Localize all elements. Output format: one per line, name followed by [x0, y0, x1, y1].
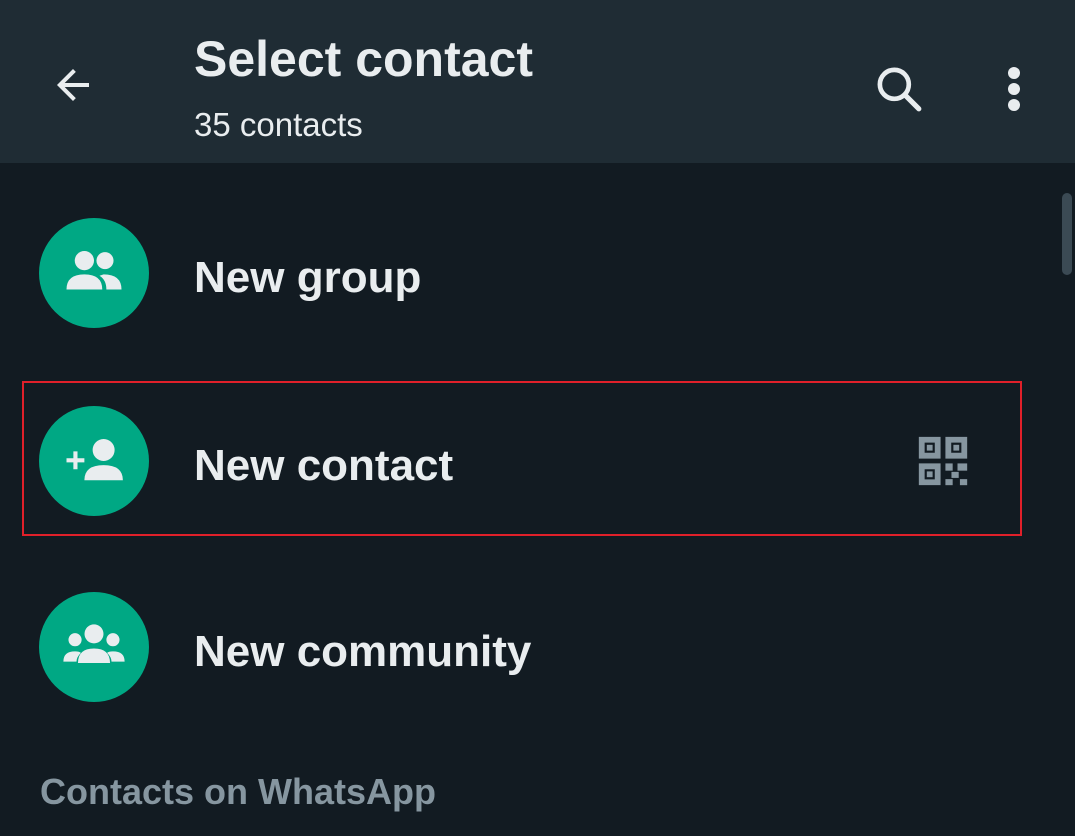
search-icon — [877, 67, 922, 112]
scrollbar[interactable] — [1062, 193, 1072, 275]
new-community-item[interactable]: New community — [0, 574, 1050, 724]
new-community-avatar — [39, 592, 149, 702]
top-app-bar: Select contact 35 contacts — [0, 0, 1075, 163]
more-vert-icon — [1008, 67, 1020, 111]
group-icon — [66, 251, 122, 290]
new-group-avatar — [39, 218, 149, 328]
community-icon — [63, 624, 125, 664]
back-button[interactable] — [40, 50, 106, 120]
contact-count: 35 contacts — [194, 106, 363, 143]
person-add-icon — [66, 439, 123, 481]
qr-code-icon — [918, 436, 968, 486]
new-contact-avatar — [39, 406, 149, 516]
page-title: Select contact — [194, 31, 534, 87]
qr-code-button[interactable] — [908, 428, 978, 494]
search-button[interactable] — [866, 56, 932, 122]
section-header: Contacts on WhatsApp — [40, 771, 436, 812]
new-group-item[interactable]: New group — [0, 198, 1050, 348]
new-group-label: New group — [194, 253, 422, 302]
more-options-button[interactable] — [990, 56, 1038, 122]
arrow-left-icon — [57, 69, 89, 101]
new-contact-item[interactable]: New contact — [0, 386, 1050, 536]
new-contact-label: New contact — [194, 441, 454, 490]
new-community-label: New community — [194, 627, 532, 676]
